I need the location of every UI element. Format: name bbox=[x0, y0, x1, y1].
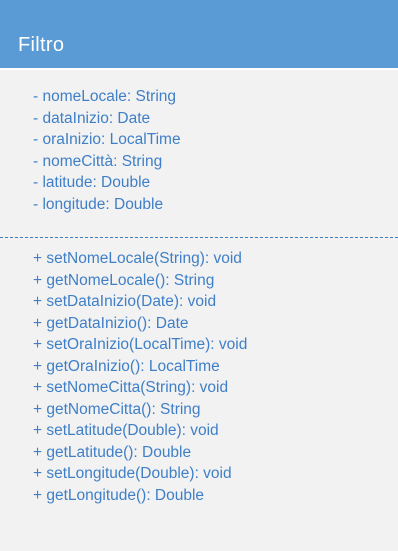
method-item: + getNomeCitta(): String bbox=[33, 400, 201, 418]
attribute-item: - nomeCittà: String bbox=[33, 152, 163, 170]
method-item: + getDataInizio(): Date bbox=[33, 314, 189, 332]
uml-class-box: Filtro - nomeLocale: String - dataInizio… bbox=[0, 0, 398, 551]
method-item: + setLongitude(Double): void bbox=[33, 465, 232, 482]
class-header: Filtro bbox=[0, 0, 398, 70]
method-item: + getLongitude(): Double bbox=[33, 486, 205, 504]
attribute-item: - dataInizio: Date bbox=[33, 109, 151, 127]
method-item: + getOraInizio(): LocalTime bbox=[33, 357, 220, 375]
attribute-item: - longitude: Double bbox=[33, 195, 164, 213]
attribute-item: - oraInizio: LocalTime bbox=[33, 131, 181, 148]
attribute-item: - latitude: Double bbox=[33, 174, 151, 191]
attribute-list: - nomeLocale: String - dataInizio: Date … bbox=[0, 86, 398, 215]
section-divider bbox=[0, 237, 398, 238]
class-name: Filtro bbox=[18, 34, 65, 56]
method-item: + setNomeCitta(String): void bbox=[33, 379, 229, 396]
method-item: + setDataInizio(Date): void bbox=[33, 293, 217, 310]
method-item: + setLatitude(Double): void bbox=[33, 422, 219, 439]
method-list: + setNomeLocale(String): void + getNomeL… bbox=[0, 248, 398, 506]
method-item: + getNomeLocale(): String bbox=[33, 271, 215, 289]
method-item: + setOraInizio(LocalTime): void bbox=[33, 336, 248, 353]
attribute-item: - nomeLocale: String bbox=[33, 88, 177, 105]
method-item: + setNomeLocale(String): void bbox=[33, 250, 242, 267]
method-item: + getLatitude(): Double bbox=[33, 443, 192, 461]
